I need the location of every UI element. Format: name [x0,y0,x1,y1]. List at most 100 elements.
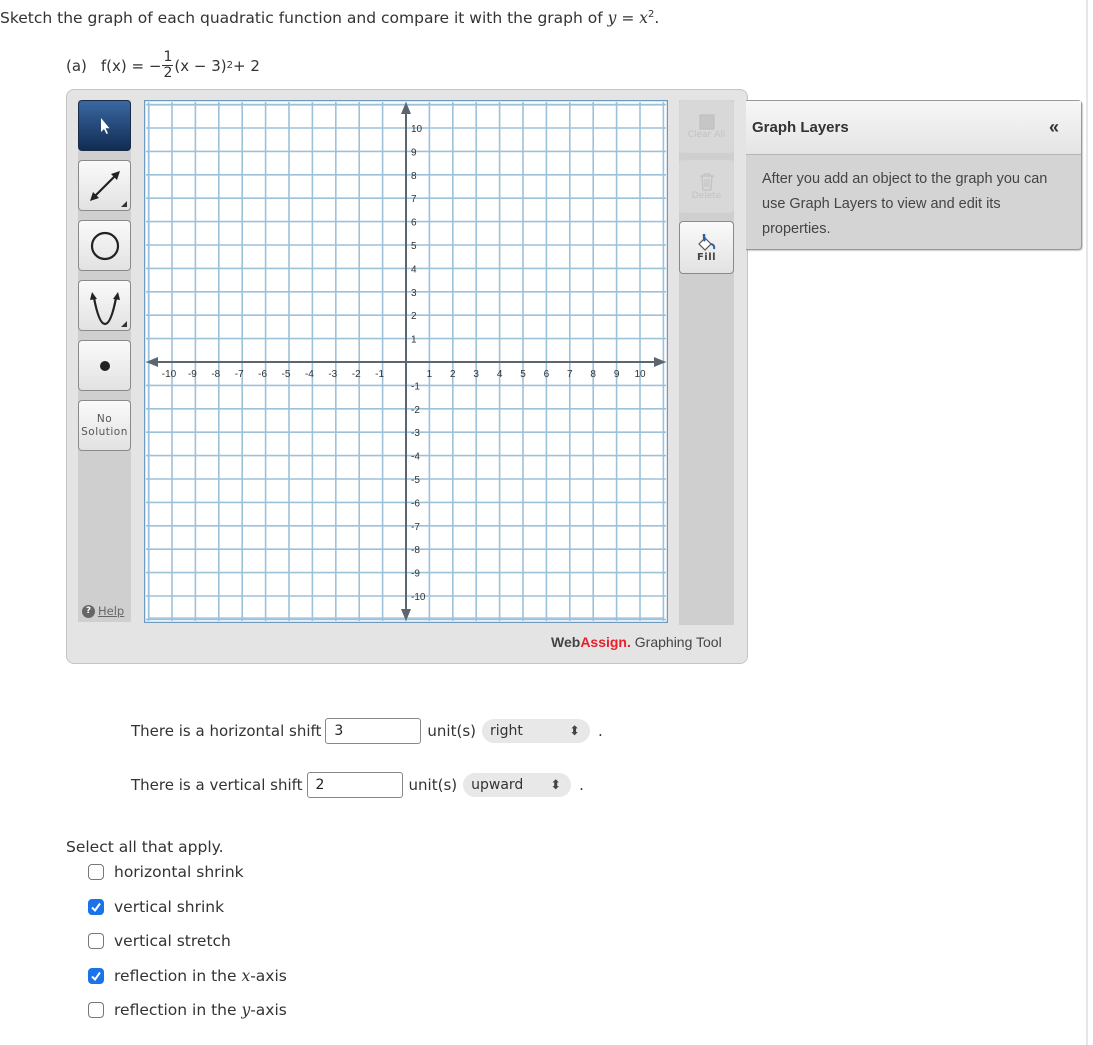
clear-all-label: Clear All [687,129,726,140]
circle-tool-button[interactable] [78,220,131,271]
delete-button[interactable]: Delete [679,160,734,213]
option-reflection-x-axis[interactable]: reflection in the x-axis [88,967,287,985]
fill-button[interactable]: Fill [679,221,734,274]
trash-icon [699,172,714,191]
line-tool-button[interactable] [78,160,131,211]
parabola-icon [89,291,120,325]
checkbox[interactable] [88,1002,104,1018]
part-a-function: (a) f(x) = − 1 2 (x − 3) 2 + 2 [66,50,260,81]
y-tick-label: -9 [411,569,420,580]
prompt-suffix: . [654,9,660,28]
x-tick-label: 7 [567,369,573,380]
submenu-indicator [121,321,127,327]
y-tick-label: -7 [411,522,420,533]
graph-canvas[interactable]: -10 -9 -8 -7 -6 -5 -4 -3 -2 -1 1 2 3 4 5 6 7 8 9 10 10 9 8 7 6 5 4… [144,100,668,623]
horizontal-shift-label: There is a horizontal shift [131,722,322,740]
option-label-var: x [241,967,251,985]
vertical-shift-row: There is a vertical shift unit(s) upward… [131,772,584,798]
checkbox-checked[interactable] [88,968,104,984]
horizontal-shift-row: There is a horizontal shift unit(s) righ… [131,718,603,744]
line-icon [89,170,120,201]
brand-web: Web [551,634,581,650]
y-tick-label: 8 [411,171,417,182]
collapse-icon[interactable]: « [1049,117,1059,138]
option-reflection-y-axis[interactable]: reflection in the y-axis [88,1001,287,1019]
option-vertical-shrink[interactable]: vertical shrink [88,898,224,916]
x-tick-label: 10 [634,369,646,380]
y-tick-label: -4 [411,452,420,463]
parabola-tool-button[interactable] [78,280,131,331]
option-label: vertical shrink [114,898,225,916]
pointer-tool-button[interactable] [78,100,131,151]
prompt-text: Sketch the graph of each quadratic funct… [0,9,608,28]
clear-all-button[interactable]: Clear All [679,100,734,153]
option-horizontal-shrink[interactable]: horizontal shrink [88,863,244,881]
option-label: reflection in the x-axis [114,967,287,985]
no-solution-button[interactable]: No Solution [78,400,131,451]
horizontal-direction-select[interactable]: right ⬍ [482,719,591,743]
x-tick-label: -6 [258,369,267,380]
no-solution-label-1: No [96,412,113,425]
select-arrows-icon: ⬍ [550,777,562,793]
units-label: unit(s) [427,722,477,740]
checkmark-icon [91,902,101,913]
part-label: (a) [66,56,87,75]
point-icon [99,360,110,371]
y-tick-label: -1 [411,381,420,392]
y-tick-label: 7 [411,194,417,205]
checkbox[interactable] [88,933,104,949]
option-label-prefix: reflection in the [114,967,242,985]
graph-layers-header: Graph Layers « [746,101,1081,155]
y-tick-label: 10 [411,124,423,135]
x-tick-label: -1 [375,369,384,380]
x-tick-label: -10 [162,369,177,380]
function-tail: + 2 [232,56,260,75]
x-tick-label: -4 [305,369,314,380]
period: . [598,722,603,740]
selected-value: upward [471,777,524,793]
x-tick-label: -9 [188,369,197,380]
checkbox[interactable] [88,864,104,880]
help-icon: ? [82,604,95,618]
x-tick-label: -5 [282,369,291,380]
y-tick-label: -8 [411,545,420,556]
checkbox-checked[interactable] [88,899,104,915]
help-link[interactable]: ? Help [82,604,124,618]
checkmark-icon [91,971,101,982]
y-tick-label: 2 [411,311,417,322]
x-tick-label: 9 [614,369,620,380]
y-tick-label: 9 [411,147,417,158]
function-rhs: (x − 3) [174,56,227,75]
point-tool-button[interactable] [78,340,131,391]
y-tick-label: -5 [411,475,420,486]
x-tick-label: -3 [328,369,337,380]
y-tick-label: -10 [411,592,426,603]
x-tick-label: -8 [211,369,220,380]
pointer-icon [100,117,109,134]
vertical-shift-input[interactable] [306,772,403,798]
period: . [579,776,584,794]
fill-bucket-icon [697,233,715,251]
clear-all-icon [699,114,714,129]
vertical-direction-select[interactable]: upward ⬍ [463,773,572,797]
x-tick-label: -2 [352,369,361,380]
y-tick-label: -2 [411,405,420,416]
option-label: reflection in the y-axis [114,1001,287,1019]
fill-label: Fill [696,252,717,263]
horizontal-shift-input[interactable] [325,718,422,744]
question-prompt: Sketch the graph of each quadratic funct… [0,9,659,27]
help-label: Help [98,604,125,618]
fraction: 1 2 [162,50,174,81]
y-tick-label: 3 [411,288,417,299]
delete-label: Delete [691,190,722,201]
math-eq: = [616,9,640,28]
y-tick-label: 4 [411,264,417,275]
x-tick-label: 4 [497,369,503,380]
circle-icon [90,231,119,260]
graph-layers-panel: Graph Layers « After you add an object t… [746,100,1082,250]
option-vertical-stretch[interactable]: vertical stretch [88,932,231,950]
select-arrows-icon: ⬍ [569,723,581,739]
fraction-denominator: 2 [163,65,173,81]
webassign-brand: WebAssign. Graphing Tool [551,634,722,650]
no-solution-label-2: Solution [81,425,128,438]
